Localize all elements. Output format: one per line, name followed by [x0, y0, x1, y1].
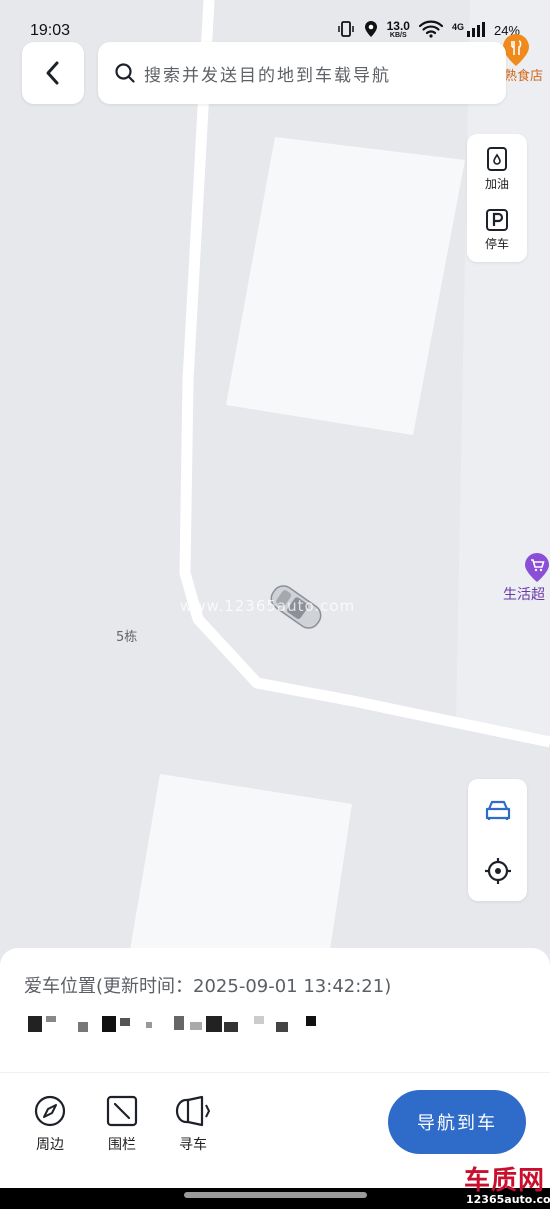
poi-filter-panel: 加油 停车	[467, 134, 527, 262]
car-front-icon	[485, 800, 510, 820]
car-view-button[interactable]	[468, 779, 527, 840]
fuel-icon	[487, 147, 507, 171]
wifi-icon	[418, 20, 444, 41]
car-location-sheet: 爱车位置(更新时间：2025-09-01 13:42:21) 周边 围栏 寻车 …	[0, 948, 550, 1188]
navigate-to-car-button[interactable]: 导航到车	[388, 1090, 526, 1154]
search-placeholder: 搜索并发送目的地到车载导航	[144, 65, 391, 86]
building-block	[130, 774, 352, 950]
market-poi-label[interactable]: 生活超	[503, 584, 545, 604]
status-time: 19:03	[30, 22, 71, 39]
restaurant-poi-label[interactable]: 熟食店	[504, 65, 543, 84]
map-control-panel	[468, 779, 527, 901]
horn-icon	[175, 1095, 211, 1127]
brand-url: 12365auto.com	[466, 1193, 550, 1206]
network-speed: 13.0 KB/S	[386, 18, 410, 39]
find-car-button[interactable]: 寻车	[163, 1094, 223, 1154]
car-location-title: 爱车位置(更新时间：2025-09-01 13:42:21)	[24, 976, 392, 997]
fence-button[interactable]: 围栏	[92, 1094, 152, 1154]
fence-icon	[106, 1095, 138, 1127]
locate-button[interactable]	[468, 840, 527, 901]
status-bar: 19:03 13.0 KB/S 4G 24%	[0, 0, 550, 40]
sheet-divider	[0, 1072, 550, 1073]
fuel-filter-button[interactable]: 加油	[467, 146, 527, 192]
redacted-address	[28, 1016, 316, 1032]
parking-filter-button[interactable]: 停车	[467, 208, 527, 252]
home-indicator[interactable]	[184, 1192, 367, 1198]
locate-icon	[484, 857, 511, 884]
nearby-button[interactable]: 周边	[20, 1094, 80, 1154]
network-type: 4G	[451, 21, 464, 32]
building-label: 5栋	[116, 630, 138, 645]
vibrate-icon	[337, 20, 355, 41]
status-icons: 13.0 KB/S 4G 24%	[337, 20, 520, 41]
parking-icon	[486, 209, 508, 231]
location-pin-icon	[363, 20, 379, 41]
watermark: www.12365auto.com	[180, 597, 356, 615]
compass-icon	[34, 1095, 66, 1127]
signal-icon	[466, 21, 486, 40]
search-input[interactable]: 搜索并发送目的地到车载导航	[98, 42, 506, 104]
market-poi-marker[interactable]	[523, 551, 550, 587]
chevron-left-icon	[46, 61, 59, 85]
back-button[interactable]	[22, 42, 84, 104]
search-icon	[115, 63, 135, 83]
brand-logo: 车质网	[464, 1166, 546, 1196]
